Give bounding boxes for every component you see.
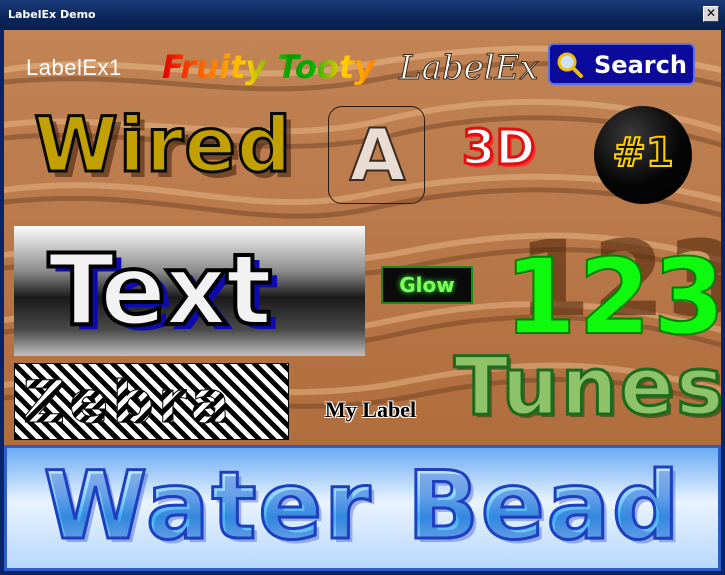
fruity-tooty-label: Fruity Tooty — [162, 48, 375, 86]
client-area: LabelEx1 Fruity Tooty LabelEx Search Wir… — [4, 30, 721, 571]
zebra-panel: Zebra — [14, 363, 289, 440]
letter-a-label: A — [349, 112, 407, 198]
text-label: Text — [46, 232, 274, 350]
water-bead-panel: Water Bead — [4, 445, 721, 571]
my-label: My Label — [325, 397, 417, 422]
script-labelex-label: LabelEx — [399, 48, 540, 89]
window-title: LabelEx Demo — [8, 8, 96, 21]
text-panel: Text — [14, 226, 365, 356]
title-bar[interactable]: LabelEx Demo ✕ — [0, 0, 725, 30]
number-one-label: #1 — [611, 129, 674, 177]
wired-label: Wired — [32, 99, 293, 191]
app-window: LabelEx Demo ✕ LabelEx1 Fruity Tooty Lab… — [0, 0, 725, 575]
search-button[interactable]: Search — [548, 43, 695, 85]
search-button-label: Search — [594, 51, 687, 79]
magnifier-icon — [557, 52, 583, 78]
number-one-ball: #1 — [594, 106, 692, 204]
close-button[interactable]: ✕ — [703, 6, 719, 22]
water-bead-label: Water Bead — [7, 451, 718, 563]
three-d-label: 3D — [460, 119, 536, 178]
tunes-label: Tunes — [453, 339, 721, 435]
labelex1-label: LabelEx1 — [26, 55, 122, 80]
zebra-label: Zebra — [23, 368, 234, 437]
letter-a-box: A — [328, 106, 425, 204]
glow-label: Glow — [381, 266, 473, 304]
close-icon: ✕ — [705, 6, 717, 20]
